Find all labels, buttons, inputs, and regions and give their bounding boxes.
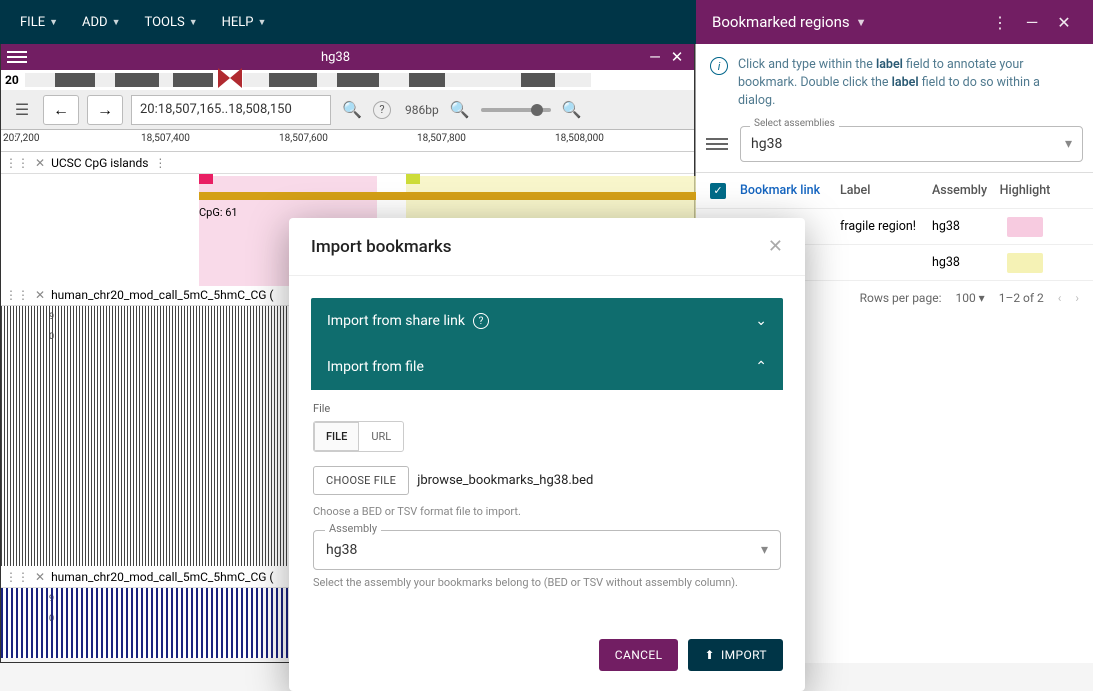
- track-header-cpg: ⋮⋮ ✕ UCSC CpG islands ⋮: [1, 152, 694, 174]
- chosen-filename: jbrowse_bookmarks_hg38.bed: [417, 473, 593, 488]
- drag-handle-icon[interactable]: ⋮⋮: [5, 288, 29, 302]
- zoom-out-icon[interactable]: 🔍: [447, 97, 473, 123]
- assembly-select[interactable]: hg38▾: [740, 126, 1083, 162]
- info-banner: i Click and type within the label field …: [696, 44, 1093, 122]
- file-hint: Choose a BED or TSV format file to impor…: [313, 505, 781, 518]
- col-highlight[interactable]: Highlight: [1000, 183, 1050, 198]
- menu-file[interactable]: FILE▼: [8, 0, 70, 44]
- page-range: 1–2 of 2: [999, 291, 1044, 305]
- assembly-hint: Select the assembly your bookmarks belon…: [313, 576, 781, 589]
- bookmark-label-cell[interactable]: fragile region!: [840, 219, 932, 234]
- search-icon[interactable]: 🔍: [339, 97, 365, 123]
- page-next-icon[interactable]: ›: [1075, 291, 1079, 305]
- track-name: human_chr20_mod_call_5mC_5hmC_CG (: [51, 288, 273, 302]
- info-icon: i: [710, 57, 728, 75]
- tab-url[interactable]: URL: [359, 422, 403, 451]
- ruler: 20: 7,200 18,507,400 18,507,600 18,507,8…: [1, 130, 694, 152]
- help-icon[interactable]: ?: [373, 101, 391, 119]
- file-label: File: [313, 402, 781, 415]
- table-header-row: ✓ Bookmark link Label Assembly Highlight: [696, 173, 1093, 209]
- view-menu-icon[interactable]: [7, 51, 27, 63]
- view-close-icon[interactable]: ✕: [666, 48, 688, 66]
- menu-tools[interactable]: TOOLS▼: [133, 0, 210, 44]
- feature-label: CpG: 61: [199, 206, 238, 219]
- span-label: 986bp: [405, 103, 439, 117]
- ideogram-marker: [218, 68, 242, 91]
- panel-burger-icon[interactable]: [706, 138, 728, 150]
- accordion-body-file: File FILE URL CHOOSE FILE jbrowse_bookma…: [311, 390, 783, 617]
- choose-file-button[interactable]: CHOOSE FILE: [313, 466, 409, 495]
- chevron-down-icon: ▾: [761, 542, 768, 558]
- zoom-in-icon[interactable]: 🔍: [559, 97, 585, 123]
- panel-close-icon[interactable]: ✕: [1051, 13, 1077, 32]
- help-icon[interactable]: ?: [473, 313, 489, 329]
- bookmark-assembly-cell: hg38: [932, 219, 1000, 234]
- file-source-tabs: FILE URL: [313, 421, 404, 452]
- menu-help[interactable]: HELP▼: [210, 0, 279, 44]
- chevron-down-icon: ⌄: [755, 313, 767, 329]
- chevron-down-icon[interactable]: ▼: [856, 16, 867, 29]
- col-assembly[interactable]: Assembly: [932, 183, 1000, 198]
- drag-handle-icon[interactable]: ⋮⋮: [5, 570, 29, 584]
- accordion-share-link[interactable]: Import from share link ? ⌄: [311, 298, 783, 344]
- tab-file[interactable]: FILE: [314, 422, 359, 451]
- nav-forward-button[interactable]: →: [87, 95, 123, 125]
- chevron-down-icon: ▾: [1065, 136, 1072, 152]
- track-menu-icon[interactable]: ⋮: [154, 156, 166, 170]
- close-track-icon[interactable]: ✕: [35, 570, 45, 584]
- nav-row: ☰ ← → 20:18,507,165..18,508,150 🔍 ? 986b…: [1, 90, 694, 130]
- close-track-icon[interactable]: ✕: [35, 156, 45, 170]
- dialog-close-icon[interactable]: ✕: [768, 236, 783, 257]
- col-label[interactable]: Label: [840, 183, 932, 198]
- panel-minimize-icon[interactable]: —: [1019, 13, 1045, 32]
- panel-header: Bookmarked regions ▼ ⋮ — ✕: [696, 0, 1093, 44]
- assembly-select[interactable]: hg38 ▾: [313, 530, 781, 570]
- import-bookmarks-dialog: Import bookmarks ✕ Import from share lin…: [289, 218, 805, 691]
- bookmark-assembly-cell: hg38: [932, 255, 1000, 270]
- track-name: human_chr20_mod_call_5mC_5hmC_CG (: [51, 570, 273, 584]
- select-all-checkbox[interactable]: ✓: [710, 183, 726, 199]
- drag-handle-icon[interactable]: ⋮⋮: [5, 156, 29, 170]
- page-prev-icon[interactable]: ‹: [1058, 291, 1062, 305]
- chevron-up-icon: ⌃: [755, 359, 767, 375]
- menu-add[interactable]: ADD▼: [70, 0, 132, 44]
- view-title: hg38: [27, 50, 644, 65]
- dialog-title: Import bookmarks: [311, 237, 451, 257]
- track-name: UCSC CpG islands: [51, 156, 148, 170]
- rows-per-page-label: Rows per page:: [860, 291, 942, 305]
- assembly-select-label: Select assemblies: [750, 118, 839, 129]
- view-header: hg38 — ✕: [1, 44, 694, 70]
- panel-menu-icon[interactable]: ⋮: [987, 13, 1013, 32]
- rows-per-page-select[interactable]: 100 ▾: [955, 291, 984, 305]
- cancel-button[interactable]: CANCEL: [599, 639, 679, 671]
- col-link[interactable]: Bookmark link: [740, 183, 840, 198]
- close-track-icon[interactable]: ✕: [35, 288, 45, 302]
- upload-icon: ⬆: [704, 648, 714, 662]
- nav-back-button[interactable]: ←: [43, 95, 79, 125]
- view-minimize-icon[interactable]: —: [644, 48, 666, 66]
- highlight-swatch[interactable]: [1007, 253, 1043, 273]
- zoom-slider[interactable]: [481, 108, 551, 112]
- track-selector-icon[interactable]: ☰: [9, 97, 35, 123]
- location-input[interactable]: 20:18,507,165..18,508,150: [131, 95, 331, 125]
- ideogram[interactable]: 20: [1, 70, 694, 90]
- accordion-from-file[interactable]: Import from file ⌃: [311, 344, 783, 390]
- chrom-number: 20: [5, 73, 19, 87]
- highlight-swatch[interactable]: [1007, 217, 1043, 237]
- import-button[interactable]: ⬆ IMPORT: [688, 639, 783, 671]
- panel-title: Bookmarked regions: [712, 13, 850, 31]
- assembly-select-label: Assembly: [325, 522, 381, 535]
